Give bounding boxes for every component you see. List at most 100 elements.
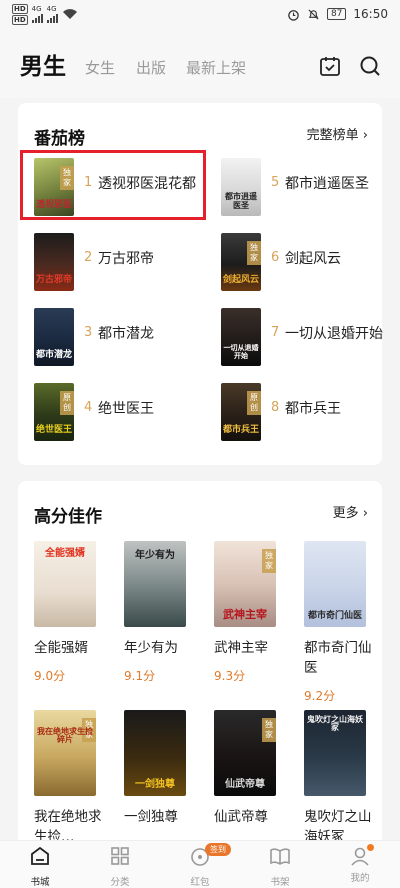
- header: 男生 女生 出版 最新上架: [0, 28, 400, 98]
- rank-number: 5: [271, 175, 280, 190]
- nav-label: 书架: [270, 877, 290, 888]
- original-badge: 原创: [60, 391, 74, 415]
- book-score: 9.3分: [214, 669, 246, 683]
- home-icon: [31, 846, 49, 865]
- book-cover: 独家 我在绝地求生捡碎片: [34, 710, 96, 796]
- exclusive-badge: 独家: [262, 718, 276, 742]
- book-score: 9.2分: [304, 689, 336, 703]
- book-title: 都市奇门仙医: [304, 640, 372, 676]
- book-title: 年少有为: [124, 640, 178, 656]
- book-title: 都市逍遥医圣: [285, 176, 369, 192]
- exclusive-badge: 独家: [247, 241, 261, 265]
- nav-bookstore[interactable]: 书城: [15, 845, 65, 888]
- more-link[interactable]: 更多 ›: [333, 502, 368, 521]
- cover-text: 年少有为: [135, 550, 175, 561]
- chevron-right-icon: ›: [362, 128, 368, 143]
- nav-label: 我的: [350, 873, 370, 884]
- rank-item-5[interactable]: 都市逍遥医圣 5 都市逍遥医圣: [221, 158, 400, 220]
- cover-text: 绝世医王: [36, 424, 73, 435]
- cover-text: 一切从退婚开始: [223, 344, 259, 360]
- cover-text: 都市潜龙: [36, 349, 73, 360]
- nav-label: 红包: [190, 877, 210, 888]
- book-title: 一剑独尊: [124, 809, 178, 825]
- book-title: 绝世医王: [98, 401, 154, 417]
- network2-label: 4G: [46, 5, 57, 13]
- rank-number: 4: [84, 400, 93, 415]
- sign-in-badge[interactable]: 签到: [205, 843, 231, 856]
- mute-bell-icon: [308, 8, 319, 20]
- selection-highlight: [20, 150, 206, 220]
- full-ranking-label: 完整榜单: [306, 128, 359, 143]
- book-cover: 独家 仙武帝尊: [214, 710, 276, 796]
- book-item[interactable]: 独家 仙武帝尊 仙武帝尊: [214, 710, 278, 827]
- rank-item-4[interactable]: 原创 绝世医王 4 绝世医王: [34, 383, 214, 445]
- network1-label: 4G: [31, 5, 42, 13]
- book-title: 万古邪帝: [98, 251, 154, 267]
- book-item[interactable]: 全能强婿 全能强婿 9.0分: [34, 541, 98, 684]
- book-cover: 年少有为: [124, 541, 186, 627]
- rank-item-8[interactable]: 原创 都市兵王 8 都市兵王: [221, 383, 400, 445]
- tab-new-arrivals[interactable]: 最新上架: [186, 57, 246, 78]
- rank-item-6[interactable]: 独家 剑起风云 6 剑起风云: [221, 233, 400, 295]
- grid-icon: [111, 847, 129, 865]
- status-bar: HD HD 4G 4G 87 16:50: [0, 0, 400, 28]
- calendar-check-icon[interactable]: [318, 54, 342, 78]
- cover-text: 都市逍遥医圣: [225, 192, 257, 210]
- book-cover: 一剑独尊: [124, 710, 186, 796]
- rank-number: 8: [271, 400, 280, 415]
- cover-text: 一剑独尊: [135, 778, 175, 790]
- cover-text: 都市兵王: [223, 424, 260, 435]
- cover-text: 全能强婿: [45, 548, 85, 559]
- book-cover: 一切从退婚开始: [221, 308, 261, 366]
- nav-category[interactable]: 分类: [95, 845, 145, 888]
- exclusive-badge: 独家: [262, 549, 276, 573]
- high-score-title: 高分佳作: [34, 507, 102, 527]
- book-cover: 都市逍遥医圣: [221, 158, 261, 216]
- book-score: 9.1分: [124, 669, 156, 683]
- rank-number: 2: [84, 250, 93, 265]
- book-item[interactable]: 一剑独尊 一剑独尊: [124, 710, 188, 827]
- cover-text: 我在绝地求生捡碎片: [37, 727, 93, 745]
- book-item[interactable]: 独家 我在绝地求生捡碎片 我在绝地求生捡…: [34, 710, 102, 847]
- rank-item-2[interactable]: 万古邪帝 2 万古邪帝: [34, 233, 214, 295]
- user-icon: [349, 844, 374, 867]
- nav-label: 书城: [30, 877, 50, 888]
- book-title: 一切从退婚开始: [285, 326, 383, 342]
- cover-text: 都市奇门仙医: [307, 610, 362, 621]
- tab-male[interactable]: 男生: [20, 47, 66, 81]
- rank-item-3[interactable]: 都市潜龙 3 都市潜龙: [34, 308, 214, 370]
- book-cover: 独家 武神主宰: [214, 541, 276, 627]
- nav-label: 分类: [110, 877, 130, 888]
- rank-number: 3: [84, 325, 93, 340]
- book-item[interactable]: 年少有为 年少有为 9.1分: [124, 541, 188, 684]
- rank-item-7[interactable]: 一切从退婚开始 7 一切从退婚开始: [221, 308, 400, 370]
- tab-publish[interactable]: 出版: [136, 57, 166, 78]
- book-cover: 都市潜龙: [34, 308, 74, 366]
- full-ranking-link[interactable]: 完整榜单 ›: [307, 124, 368, 143]
- book-cover: 全能强婿: [34, 541, 96, 627]
- book-item[interactable]: 独家 武神主宰 武神主宰 9.3分: [214, 541, 278, 684]
- ranking-title: 番茄榜: [34, 129, 85, 149]
- search-icon[interactable]: [358, 54, 382, 78]
- nav-bookshelf[interactable]: 书架: [255, 845, 305, 888]
- book-title: 武神主宰: [214, 640, 268, 656]
- rank-number: 6: [271, 250, 280, 265]
- cover-text: 仙武帝尊: [225, 778, 265, 790]
- book-cover: 万古邪帝: [34, 233, 74, 291]
- high-score-card: 高分佳作 更多 › 全能强婿 全能强婿 9.0分 年少有为 年少有为 9.1分 …: [18, 481, 382, 845]
- book-item[interactable]: 鬼吹灯之山海妖冢 鬼吹灯之山海妖冢: [304, 710, 372, 847]
- cover-text: 万古邪帝: [36, 274, 73, 285]
- book-item[interactable]: 都市奇门仙医 都市奇门仙医 9.2分: [304, 541, 372, 704]
- book-cover: 独家 剑起风云: [221, 233, 261, 291]
- nav-profile[interactable]: 我的: [335, 844, 385, 884]
- tab-female[interactable]: 女生: [85, 57, 115, 78]
- book-title: 都市潜龙: [98, 326, 154, 342]
- wifi-icon: [62, 9, 77, 19]
- alarm-icon: [288, 9, 299, 21]
- cover-text: 鬼吹灯之山海妖冢: [307, 715, 363, 733]
- clock: 16:50: [353, 7, 388, 21]
- signal1-icon: [31, 13, 43, 23]
- book-cover: 原创 绝世医王: [34, 383, 74, 441]
- book-title: 都市兵王: [285, 401, 341, 417]
- book-cover: 鬼吹灯之山海妖冢: [304, 710, 366, 796]
